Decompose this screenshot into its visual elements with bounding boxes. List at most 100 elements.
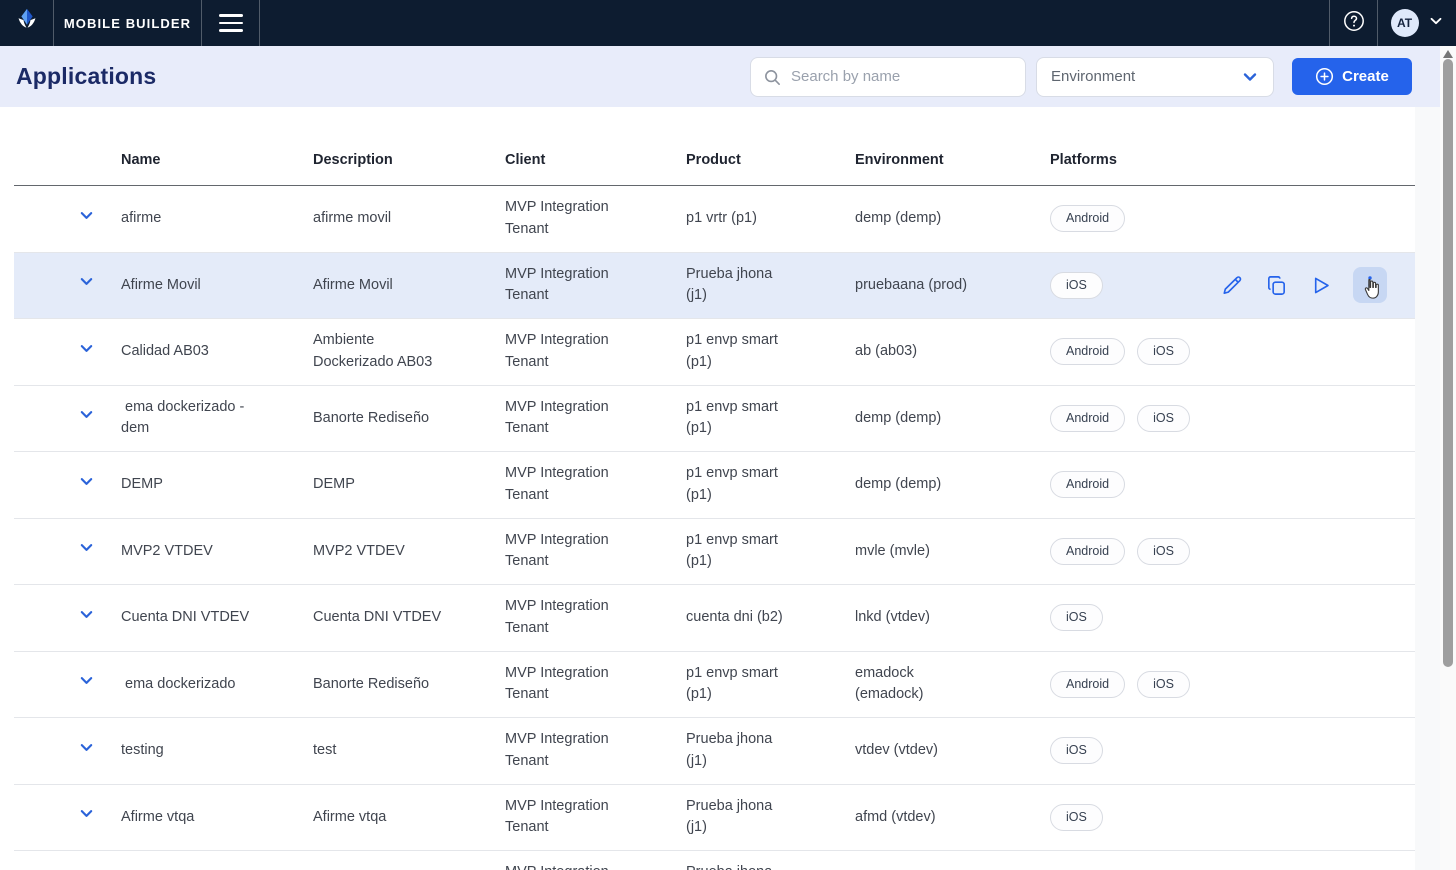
table-row[interactable]: afirme afirme movil MVP Integration Tena… (0, 186, 1456, 253)
row-expander-button[interactable] (14, 718, 121, 784)
table-row[interactable]: Cuenta DNI VTDEV Cuenta DNI VTDEV MVP In… (0, 585, 1456, 652)
table-row[interactable]: Afirme Movil Afirme Movil MVP Integratio… (0, 253, 1456, 320)
topbar: MOBILE BUILDER AT (0, 0, 1456, 46)
app-client: MVP Integration Tenant (505, 197, 686, 240)
chevron-down-icon (79, 474, 94, 489)
scrollbar[interactable] (1440, 46, 1456, 870)
more-options-button[interactable] (1353, 267, 1387, 303)
app-platforms: Android (1050, 205, 1215, 232)
page-title: Applications (16, 63, 156, 90)
app-environment: emadock (emadock) (855, 663, 1050, 706)
table-row[interactable]: Afirme vtdev Afirme vtdev MVP Integratio… (0, 851, 1456, 870)
account-menu-button[interactable]: AT (1378, 0, 1456, 46)
row-expander-button[interactable] (14, 452, 121, 518)
play-run-icon (1309, 274, 1332, 297)
app-environment: vtdev (vtdev) (855, 740, 1050, 762)
copy-duplicate-icon (1265, 274, 1288, 297)
row-expander-button[interactable] (14, 851, 121, 870)
row-expander-button[interactable] (14, 319, 121, 385)
scrollbar-thumb[interactable] (1443, 59, 1453, 667)
app-name: MVP2 VTDEV (121, 541, 313, 563)
app-platforms: iOS (1050, 604, 1215, 631)
table-body: afirme afirme movil MVP Integration Tena… (0, 186, 1456, 870)
app-name: Calidad AB03 (121, 341, 313, 363)
app-description: MVP2 VTDEV (313, 541, 505, 563)
platform-pill: Android (1050, 538, 1125, 565)
col-description: Description (313, 152, 505, 168)
chevron-down-icon (79, 407, 94, 422)
row-expander-button[interactable] (14, 519, 121, 585)
platform-pill: Android (1050, 671, 1125, 698)
app-logo-button[interactable] (0, 0, 54, 46)
search-box (750, 57, 1026, 97)
app-name: DEMP (121, 474, 313, 496)
environment-select[interactable]: Environment (1036, 57, 1274, 97)
app-client: MVP Integration Tenant (505, 663, 686, 706)
table-row[interactable]: testing test MVP Integration Tenant Prue… (0, 718, 1456, 785)
app-environment: demp (demp) (855, 474, 1050, 496)
app-client: MVP Integration Tenant (505, 596, 686, 639)
row-expander-button[interactable] (14, 253, 121, 319)
app-description: Banorte Rediseño (313, 674, 505, 696)
platform-pill: iOS (1050, 604, 1103, 631)
main-menu-button[interactable] (202, 0, 260, 46)
col-product: Product (686, 152, 855, 168)
app-product: p1 envp smart (p1) (686, 330, 855, 373)
app-environment: demp (demp) (855, 408, 1050, 430)
run-button[interactable] (1309, 274, 1332, 297)
app-client: MVP Integration Tenant (505, 264, 686, 307)
app-platforms: iOS (1050, 804, 1215, 831)
topbar-spacer (260, 0, 1330, 46)
row-expander-button[interactable] (14, 585, 121, 651)
table-row[interactable]: DEMP DEMP MVP Integration Tenant p1 envp… (0, 452, 1456, 519)
avatar: AT (1391, 9, 1419, 37)
app-product: Prueba jhona (j1) (686, 729, 855, 772)
app-environment: mvle (mvle) (855, 541, 1050, 563)
app-client: MVP Integration Tenant (505, 530, 686, 573)
app-platforms: iOS (1050, 272, 1215, 299)
scrollbar-up-arrow-icon[interactable] (1443, 50, 1453, 58)
search-input[interactable] (750, 57, 1026, 97)
row-expander-button[interactable] (14, 186, 121, 252)
row-expander-button[interactable] (14, 386, 121, 452)
table-row[interactable]: MVP2 VTDEV MVP2 VTDEV MVP Integration Te… (0, 519, 1456, 586)
app-client: MVP Integration Tenant (505, 796, 686, 839)
table-row[interactable]: Calidad AB03 Ambiente Dockerizado AB03 M… (0, 319, 1456, 386)
col-name: Name (121, 152, 313, 168)
table-row[interactable]: ema dockerizado - dem Banorte Rediseño M… (0, 386, 1456, 453)
app-product: p1 vrtr (p1) (686, 208, 855, 230)
magnifier-icon (763, 68, 782, 92)
help-button[interactable] (1330, 0, 1378, 46)
app-environment: pruebaana (prod) (855, 275, 1050, 297)
table-row[interactable]: ema dockerizado Banorte Rediseño MVP Int… (0, 652, 1456, 719)
chevron-down-icon (79, 274, 94, 289)
hamburger-icon (219, 14, 243, 32)
platform-pill: Android (1050, 338, 1125, 365)
app-client: MVP Integration Tenant (505, 463, 686, 506)
kebab-more-icon (1360, 274, 1380, 296)
platform-pill: Android (1050, 471, 1125, 498)
chevron-down-icon (1428, 13, 1444, 34)
col-platforms: Platforms (1050, 152, 1215, 168)
app-product: p1 envp smart (p1) (686, 397, 855, 440)
chevron-down-icon (1241, 68, 1259, 86)
page-header: Applications Environment (0, 46, 1456, 107)
app-name: Afirme Movil (121, 275, 313, 297)
platform-pill: iOS (1050, 272, 1103, 299)
app-platforms: AndroidiOS (1050, 405, 1215, 432)
platform-pill: iOS (1050, 737, 1103, 764)
duplicate-button[interactable] (1265, 274, 1288, 297)
chevron-down-icon (79, 740, 94, 755)
gem-leaf-logo-icon (12, 6, 42, 41)
col-client: Client (505, 152, 686, 168)
app-description: test (313, 740, 505, 762)
app-product: cuenta dni (b2) (686, 607, 855, 629)
table-header: Name Description Client Product Environm… (0, 107, 1456, 186)
create-button[interactable]: Create (1292, 58, 1412, 95)
platform-pill: iOS (1137, 338, 1190, 365)
app-product: Prueba jhona (j1) (686, 796, 855, 839)
row-expander-button[interactable] (14, 652, 121, 718)
edit-button[interactable] (1221, 274, 1244, 297)
table-row[interactable]: Afirme vtqa Afirme vtqa MVP Integration … (0, 785, 1456, 852)
row-expander-button[interactable] (14, 785, 121, 851)
